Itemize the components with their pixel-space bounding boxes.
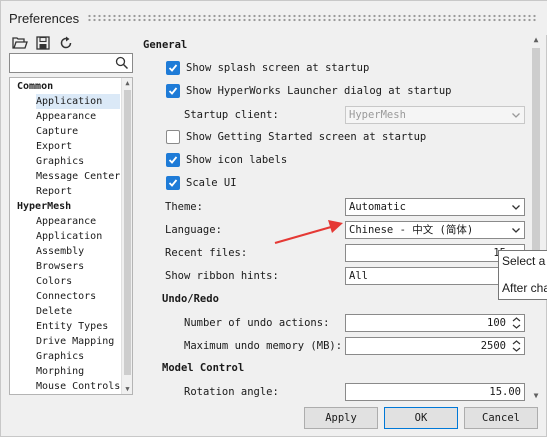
search-input[interactable] <box>9 53 133 73</box>
reset-icon[interactable] <box>57 34 75 52</box>
scroll-thumb[interactable] <box>532 48 540 253</box>
settings-panel: General Show splash screen at startup Sh… <box>139 34 529 402</box>
undo-actions-label: Number of undo actions: <box>184 317 330 329</box>
title-bar[interactable]: Preferences <box>1 1 547 35</box>
section-heading-general: General <box>143 39 188 51</box>
language-value: Chinese - 中文 (简体) <box>349 224 474 236</box>
undo-actions-spinbox[interactable]: 100 <box>345 314 525 332</box>
icon-labels-checkbox[interactable] <box>166 153 180 167</box>
toolbar <box>11 34 75 52</box>
undo-memory-spinbox[interactable]: 2500 <box>345 337 525 355</box>
scroll-up-icon[interactable]: ▲ <box>531 34 541 46</box>
tree-group-common[interactable]: Common <box>17 79 53 94</box>
undo-memory-value: 2500 <box>480 340 506 352</box>
apply-button[interactable]: Apply <box>304 407 378 429</box>
scroll-up-icon[interactable]: ▲ <box>123 78 132 88</box>
tree-item-hm-delete[interactable]: Delete <box>36 304 72 319</box>
category-tree: Common Application Appearance Capture Ex… <box>9 77 133 395</box>
splash-label: Show splash screen at startup <box>186 62 370 74</box>
rotation-angle-label: Rotation angle: <box>184 386 279 398</box>
tree-item-hm-browsers[interactable]: Browsers <box>36 259 84 274</box>
undo-memory-label: Maximum undo memory (MB): <box>184 340 343 352</box>
window-title: Preferences <box>9 11 80 26</box>
spin-arrows-icon[interactable] <box>511 316 522 330</box>
chevron-down-icon <box>511 225 521 235</box>
tree-item-hm-assembly[interactable]: Assembly <box>36 244 84 259</box>
scale-ui-label: Scale UI <box>186 177 237 189</box>
section-heading-undo: Undo/Redo <box>162 293 219 305</box>
getting-started-label: Show Getting Started screen at startup <box>186 131 427 143</box>
cancel-button[interactable]: Cancel <box>464 407 538 429</box>
ribbon-hints-value: All <box>349 270 368 282</box>
spin-arrows-icon[interactable] <box>511 339 522 353</box>
chevron-down-icon <box>511 110 521 120</box>
tree-item-hm-morphing[interactable]: Morphing <box>36 364 84 379</box>
theme-select[interactable]: Automatic <box>345 198 525 216</box>
tooltip-line-1: Select a l <box>502 254 547 268</box>
launcher-checkbox[interactable] <box>166 84 180 98</box>
preferences-dialog: Preferences Common Application Appearanc… <box>0 0 547 437</box>
theme-label: Theme: <box>165 201 203 213</box>
tree-item-graphics[interactable]: Graphics <box>36 154 84 169</box>
chevron-down-icon <box>511 202 521 212</box>
tree-item-message-center[interactable]: Message Center <box>36 169 120 184</box>
save-icon[interactable] <box>34 34 52 52</box>
tree-item-capture[interactable]: Capture <box>36 124 78 139</box>
startup-client-select[interactable]: HyperMesh <box>345 106 525 124</box>
theme-value: Automatic <box>349 201 406 213</box>
tree-item-report[interactable]: Report <box>36 184 72 199</box>
language-select[interactable]: Chinese - 中文 (简体) <box>345 221 525 239</box>
language-label: Language: <box>165 224 222 236</box>
tree-scrollbar[interactable]: ▲ ▼ <box>121 78 132 394</box>
undo-actions-value: 100 <box>487 317 506 329</box>
splash-checkbox[interactable] <box>166 61 180 75</box>
tree-item-hm-graphics[interactable]: Graphics <box>36 349 84 364</box>
scroll-down-icon[interactable]: ▼ <box>123 384 132 394</box>
scroll-down-icon[interactable]: ▼ <box>531 390 541 402</box>
tree-item-application[interactable]: Application <box>36 94 120 109</box>
tree-item-hm-colors[interactable]: Colors <box>36 274 72 289</box>
tooltip-line-2: After cha <box>502 281 547 295</box>
icon-labels-label: Show icon labels <box>186 154 288 166</box>
tree-item-hm-connectors[interactable]: Connectors <box>36 289 96 304</box>
ok-button[interactable]: OK <box>384 407 458 429</box>
tree-item-appearance[interactable]: Appearance <box>36 109 96 124</box>
tree-item-hm-appearance[interactable]: Appearance <box>36 214 96 229</box>
startup-client-label: Startup client: <box>184 109 279 121</box>
tree-group-hypermesh[interactable]: HyperMesh <box>17 199 71 214</box>
drag-grip[interactable] <box>87 14 537 22</box>
startup-client-value: HyperMesh <box>349 109 406 121</box>
rotation-angle-value: 15.00 <box>489 386 521 398</box>
section-heading-model-control: Model Control <box>162 362 245 374</box>
scroll-thumb[interactable] <box>124 90 131 375</box>
recent-files-label: Recent files: <box>165 247 248 259</box>
tree-item-hm-entity-types[interactable]: Entity Types <box>36 319 108 334</box>
launcher-label: Show HyperWorks Launcher dialog at start… <box>186 85 452 97</box>
tree-item-export[interactable]: Export <box>36 139 72 154</box>
ribbon-hints-label: Show ribbon hints: <box>165 270 279 282</box>
tree-item-hm-application[interactable]: Application <box>36 229 102 244</box>
settings-scrollbar[interactable]: ▲ ▼ <box>529 34 543 402</box>
tree-item-hm-mouse-controls[interactable]: Mouse Controls <box>36 379 120 394</box>
tooltip: Select a l After cha <box>498 250 547 300</box>
search-icon[interactable] <box>115 56 129 70</box>
getting-started-checkbox[interactable] <box>166 130 180 144</box>
annotation-arrow <box>274 220 343 245</box>
scale-ui-checkbox[interactable] <box>166 176 180 190</box>
open-folder-icon[interactable] <box>11 34 29 52</box>
rotation-angle-spinbox[interactable]: 15.00 <box>345 383 525 401</box>
tree-item-hm-drive-mapping[interactable]: Drive Mapping <box>36 334 114 349</box>
